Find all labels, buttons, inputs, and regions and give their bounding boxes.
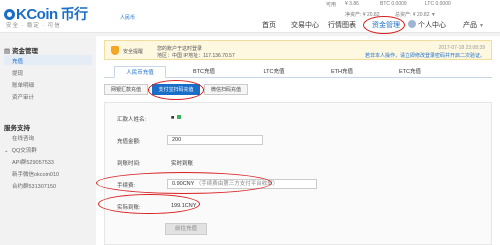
tab-etc-deposit[interactable]: ETC充值 (390, 66, 430, 78)
tab-btc-deposit[interactable]: BTC充值 (184, 66, 224, 78)
available-label: 可用 (326, 2, 337, 8)
notice-line2: 地区：中国 IP地址：117.136.70.57 (157, 53, 235, 59)
subtab-bank-transfer[interactable]: 网银汇款充值 (104, 84, 148, 95)
sidebar-item-bill-details[interactable]: 账单明细 (12, 81, 34, 89)
sidebar-section-support: 服务支持 (4, 125, 30, 132)
fee-label: 手续费: (117, 183, 136, 189)
notice-date: 2017-07-18 23:08:39 (438, 45, 485, 51)
btc-balance: BTC 0.0009 (380, 1, 407, 7)
actual-received-label: 实际到账: (117, 205, 141, 211)
nav-personal-center[interactable]: 个人中心 (408, 20, 446, 30)
chevron-down-icon: ▼ (478, 23, 484, 29)
top-header: KCoin 币行 安全 · 稳定 · 可信 人民币 可用 ¥ 3.86 BTC 0… (0, 0, 500, 33)
tab-eth-deposit[interactable]: ETH充值 (322, 66, 362, 78)
nav-home[interactable]: 首页 (262, 20, 276, 30)
amount-input[interactable]: 200 (167, 135, 263, 145)
nav-products[interactable]: 产品 ▼ (463, 20, 484, 30)
chevron-down-icon: ⌄ (4, 148, 9, 154)
notice-label: 安全提醒 (123, 49, 144, 55)
sidebar-item-wechat[interactable]: 新手微信okcoin010 (12, 170, 59, 178)
actual-received-value: 199.1CNY (171, 203, 197, 209)
avatar-icon (408, 20, 416, 28)
payer-name-value: ■ (171, 115, 182, 121)
sidebar-section-funds: ▤ 资金管理 (4, 48, 38, 55)
sidebar-item-online-chat[interactable]: 在线咨询 (12, 134, 34, 142)
sidebar-item-contract-group[interactable]: 合约群531307150 (12, 182, 56, 190)
nav-trading-center[interactable]: 交易中心 (291, 20, 319, 30)
main-content: 安全提醒 您的账户于这时登录 地区：中国 IP地址：117.136.70.57 … (96, 36, 500, 245)
go-deposit-button[interactable]: 前往充值 (165, 223, 207, 235)
deposit-form: 汇款人姓名: ■ 充值金额: 200 到账时间: 实时到账 手续费: 0.90C… (104, 102, 492, 245)
tab-cny-deposit[interactable]: 人民币充值 (114, 66, 166, 78)
logo-cn-text: 币行 (60, 6, 89, 22)
arrival-time-label: 到账时间: (117, 161, 141, 167)
total-assets: 总资产: ¥ 20.82 ▼ (395, 12, 436, 18)
notice-line1: 您的账户于这时登录 (157, 46, 203, 52)
username-label: 人民币 (120, 15, 136, 21)
shield-icon (111, 46, 119, 55)
nav-market-charts[interactable]: 行情图表 (328, 20, 356, 30)
sidebar-item-asset-audit[interactable]: 资产审计 (12, 93, 34, 101)
amount-label: 充值金额: (117, 139, 141, 145)
logo-o-icon (4, 9, 15, 20)
tab-ltc-deposit[interactable]: LTC充值 (254, 66, 294, 78)
payer-name-label: 汇款人姓名: (117, 117, 147, 123)
ltc-balance: LTC 0.0000 (425, 1, 451, 7)
subtab-alipay-qr[interactable]: 支付宝扫码充值 (152, 84, 200, 95)
net-assets: 净资产: ¥ 20.82 (345, 12, 380, 18)
sidebar: ▤ 资金管理 充值 提现 账单明细 资产审计 服务支持 在线咨询 ⌄ QQ交流群… (0, 40, 92, 245)
sidebar-item-deposit[interactable]: 充值 (12, 57, 23, 65)
fee-field: 0.90CNY （手续费由第三方支付平台收取） (167, 179, 317, 189)
sidebar-item-qq-group[interactable]: ⌄ QQ交流群 (4, 146, 37, 154)
currency-tabs: 人民币充值 BTC充值 LTC充值 ETH充值 ETC充值 (104, 66, 492, 78)
notice-warning-link[interactable]: 若非本人操作，请立即修改登录密码并开启二次验证。 (365, 52, 485, 59)
logo-tagline: 安全 · 稳定 · 可信 (6, 23, 61, 29)
subtab-wechat-qr[interactable]: 微信扫码充值 (204, 84, 248, 95)
sidebar-item-api-group[interactable]: API群529057533 (12, 158, 54, 166)
security-notice: 安全提醒 您的账户于这时登录 地区：中国 IP地址：117.136.70.57 … (104, 40, 492, 60)
nav-funds-management[interactable]: 资金管理 (372, 20, 400, 30)
verified-icon (177, 115, 182, 119)
arrival-time-value: 实时到账 (171, 161, 194, 167)
cny-balance: ¥ 3.86 (345, 1, 359, 7)
sidebar-item-withdraw[interactable]: 提现 (12, 69, 23, 77)
chevron-down-icon[interactable]: ▼ (431, 12, 436, 18)
